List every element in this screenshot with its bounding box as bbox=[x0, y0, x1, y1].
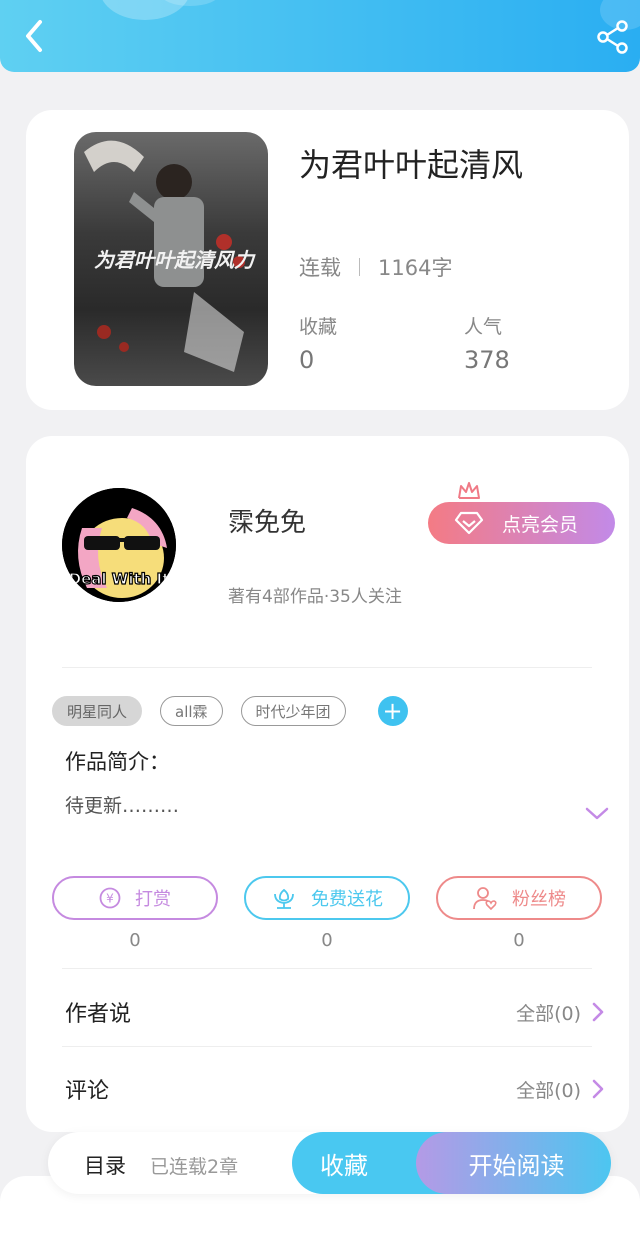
author-meta: 著有4部作品·35人关注 bbox=[228, 587, 402, 607]
start-reading-label: 开始阅读 bbox=[468, 1151, 565, 1180]
author-says-row[interactable]: 作者说 全部(0) bbox=[65, 992, 605, 1032]
book-info-card: 为君叶叶起清风力 为君叶叶起清风 连载 1164字 收藏 0 人气 378 bbox=[26, 110, 629, 410]
comments-count: 全部(0) bbox=[516, 1079, 581, 1102]
reward-button[interactable]: ¥ 打赏 bbox=[52, 876, 218, 920]
vip-label: 点亮会员 bbox=[502, 513, 579, 536]
divider bbox=[62, 1046, 592, 1047]
cover-art: 为君叶叶起清风力 bbox=[84, 140, 256, 372]
diamond-icon bbox=[454, 511, 484, 535]
chapter-count: 已连载2章 bbox=[150, 1156, 239, 1178]
divider bbox=[359, 258, 360, 276]
tag-chip[interactable]: 时代少年团 bbox=[240, 696, 346, 726]
tag-chip[interactable]: 明星同人 bbox=[52, 696, 143, 726]
reward-label: 打赏 bbox=[135, 889, 171, 910]
word-count: 1164字 bbox=[378, 256, 453, 280]
cover-title-text: 为君叶叶起清风力 bbox=[94, 248, 256, 272]
comments-row[interactable]: 评论 全部(0) bbox=[65, 1069, 605, 1109]
divider bbox=[62, 968, 592, 969]
tag-list: 明星同人 all霖 时代少年团 + bbox=[52, 696, 408, 726]
comments-more[interactable]: 全部(0) bbox=[516, 1076, 605, 1103]
author-says-count: 全部(0) bbox=[516, 1002, 581, 1025]
flower-icon bbox=[274, 888, 294, 909]
chevron-down-icon[interactable] bbox=[584, 804, 610, 824]
avatar-caption: Deal With It bbox=[69, 570, 170, 588]
share-button[interactable] bbox=[596, 20, 630, 54]
top-bar bbox=[0, 0, 640, 72]
fan-ranking-button[interactable]: 粉丝榜 bbox=[436, 876, 602, 920]
fan-ranking-label: 粉丝榜 bbox=[512, 889, 566, 910]
share-icon bbox=[597, 20, 628, 54]
favorites-value: 0 bbox=[299, 346, 315, 374]
toc-button[interactable]: 目录 bbox=[84, 1150, 126, 1180]
author-says-label: 作者说 bbox=[65, 1002, 132, 1027]
collect-label: 收藏 bbox=[320, 1151, 368, 1180]
back-button[interactable] bbox=[20, 18, 52, 54]
send-flower-label: 免费送花 bbox=[311, 889, 383, 910]
book-status-row: 连载 1164字 bbox=[299, 252, 452, 282]
comments-label: 评论 bbox=[65, 1079, 110, 1104]
author-card: Deal With It 霂免免 著有4部作品·35人关注 点亮会员 明星同人 … bbox=[26, 436, 629, 1132]
book-title: 为君叶叶起清风 bbox=[299, 146, 524, 184]
popularity-value: 378 bbox=[464, 346, 510, 374]
avatar[interactable]: Deal With It bbox=[62, 488, 176, 602]
bottom-action-bar: 目录 已连载2章 收藏 开始阅读 bbox=[48, 1132, 611, 1194]
serial-status: 连载 bbox=[299, 256, 341, 280]
crown-icon bbox=[458, 482, 480, 499]
yen-coin-icon: ¥ bbox=[99, 887, 121, 909]
user-heart-icon bbox=[473, 887, 497, 911]
tag-chip[interactable]: all霖 bbox=[160, 696, 223, 726]
intro-text: 待更新……… bbox=[65, 795, 180, 817]
add-tag-button[interactable]: + bbox=[377, 696, 408, 726]
author-says-more[interactable]: 全部(0) bbox=[516, 999, 605, 1026]
svg-text:¥: ¥ bbox=[106, 892, 114, 906]
light-up-vip-button[interactable]: 点亮会员 bbox=[428, 502, 615, 544]
fan-ranking-count: 0 bbox=[513, 930, 525, 951]
send-flower-button[interactable]: 免费送花 bbox=[244, 876, 410, 920]
chevron-right-icon bbox=[592, 1079, 604, 1099]
divider bbox=[62, 667, 592, 668]
favorites-label: 收藏 bbox=[299, 316, 338, 338]
start-reading-button[interactable]: 开始阅读 bbox=[416, 1132, 611, 1194]
intro-label: 作品简介： bbox=[65, 750, 170, 774]
chevron-right-icon bbox=[592, 1002, 604, 1022]
flower-count: 0 bbox=[321, 930, 333, 951]
avatar-image: Deal With It bbox=[62, 488, 176, 602]
author-name[interactable]: 霂免免 bbox=[228, 502, 306, 539]
reward-count: 0 bbox=[129, 930, 141, 951]
popularity-label: 人气 bbox=[464, 316, 503, 338]
chevron-left-icon bbox=[26, 20, 42, 52]
book-cover[interactable]: 为君叶叶起清风力 bbox=[74, 132, 268, 386]
